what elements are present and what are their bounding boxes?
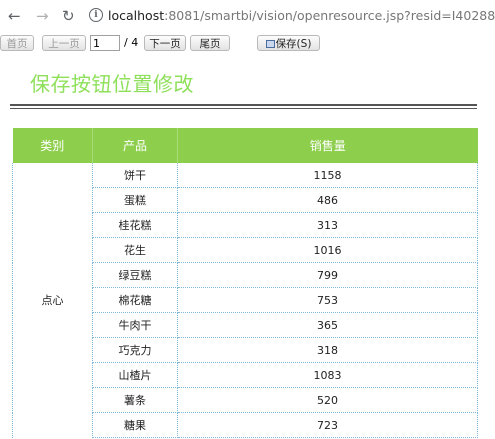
page-number-input[interactable]	[90, 35, 120, 51]
product-cell: 薯条	[92, 387, 178, 413]
product-cell: 蛋糕	[92, 187, 178, 213]
next-page-button[interactable]: 下一页	[144, 35, 186, 51]
report-toolbar: 首页 上一页 / 4 下一页 尾页 保存(S)	[0, 32, 495, 54]
category-cell: 点心	[12, 163, 93, 438]
sales-cell: 1158	[177, 163, 478, 188]
url-field[interactable]: localhost:8081/smartbi/vision/openresour…	[108, 5, 495, 27]
title-divider	[10, 104, 477, 106]
sales-cell: 1016	[177, 237, 478, 263]
prev-page-button[interactable]: 上一页	[42, 35, 86, 51]
product-cell: 花生	[92, 237, 178, 263]
url-path: :8081/smartbi/vision/openresource.jsp?re…	[164, 8, 495, 23]
sales-cell: 723	[177, 412, 478, 438]
sales-cell: 313	[177, 212, 478, 238]
back-arrow-icon[interactable]: ←	[8, 6, 21, 26]
table-body: 点心 饼干 1158 蛋糕 486 桂花糕 313 花生 1016 绿豆糕 799 棉花糖 753 牛肉干…	[12, 163, 478, 438]
sales-cell: 799	[177, 262, 478, 288]
sales-cell: 318	[177, 337, 478, 363]
title-divider-thin	[10, 108, 477, 109]
product-cell: 饼干	[92, 163, 178, 188]
save-button-label: 保存(S)	[275, 38, 312, 50]
sales-cell: 1083	[177, 362, 478, 388]
url-host: localhost	[108, 8, 165, 23]
site-info-icon[interactable]: i	[89, 8, 103, 22]
sales-cell: 365	[177, 312, 478, 338]
save-icon	[265, 40, 275, 48]
save-button[interactable]: 保存(S)	[257, 35, 320, 51]
sales-table: 类别 产品 销售量 点心 饼干 1158 蛋糕 486 桂花糕 313 花生 1016 绿豆糕 79…	[12, 128, 478, 438]
product-cell: 山楂片	[92, 362, 178, 388]
product-cell: 桂花糕	[92, 212, 178, 238]
last-page-button[interactable]: 尾页	[190, 35, 230, 51]
first-page-button[interactable]: 首页	[0, 35, 34, 51]
sales-cell: 486	[177, 187, 478, 213]
forward-arrow-icon[interactable]: →	[36, 6, 49, 26]
sales-cell: 753	[177, 287, 478, 313]
header-category: 类别	[12, 128, 93, 163]
sales-cell: 520	[177, 387, 478, 413]
product-cell: 巧克力	[92, 337, 178, 363]
product-cell: 糖果	[92, 412, 178, 438]
table-row: 点心 饼干 1158	[12, 163, 478, 438]
product-cell: 牛肉干	[92, 312, 178, 338]
product-cell: 绿豆糕	[92, 262, 178, 288]
header-product: 产品	[92, 128, 178, 163]
reload-icon[interactable]: ↻	[62, 6, 75, 26]
page-total-label: / 4	[124, 36, 139, 49]
product-cell: 棉花糖	[92, 287, 178, 313]
header-sales: 销售量	[177, 128, 478, 163]
page-title: 保存按钮位置修改	[30, 72, 194, 96]
table-header-row: 类别 产品 销售量	[12, 128, 478, 163]
browser-address-bar: ← → ↻ i localhost:8081/smartbi/vision/op…	[0, 0, 495, 32]
